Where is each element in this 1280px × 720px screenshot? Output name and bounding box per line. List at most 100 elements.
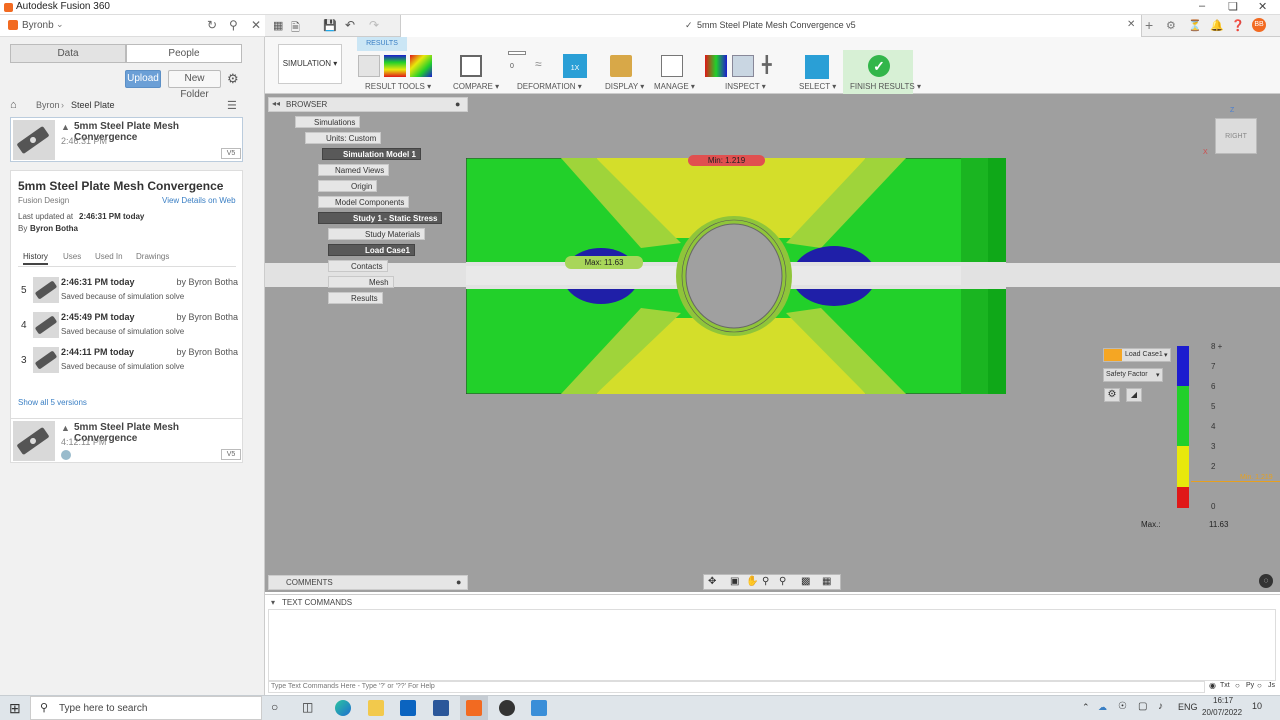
look-at-icon[interactable]: ▣ — [730, 576, 739, 587]
deformation-none-icon[interactable] — [508, 51, 526, 55]
bluetooth-icon[interactable]: ☉ — [1118, 701, 1127, 712]
grid-settings-icon[interactable]: ▦ — [822, 576, 831, 587]
taskbar-search[interactable]: ⚲ Type here to search — [30, 696, 262, 720]
history-row[interactable]: 4 2:45:49 PM today by Byron Botha Saved … — [21, 310, 241, 342]
upload-button[interactable]: Upload — [125, 70, 161, 88]
settings-gear-icon[interactable]: ⚙ — [227, 71, 239, 87]
mode-js-radio[interactable]: ○ — [1257, 681, 1262, 690]
save-icon[interactable]: 💾 — [323, 19, 337, 32]
viewcube[interactable]: RIGHT — [1215, 118, 1257, 154]
file-explorer-icon[interactable] — [368, 700, 384, 716]
workspace-switcher[interactable]: SIMULATION ▾ — [278, 44, 342, 84]
new-project-icon[interactable]: ☰ — [227, 99, 237, 112]
volume-icon[interactable]: ♪ — [1158, 701, 1163, 712]
result-type-dropdown[interactable]: Safety Factor ▾ — [1103, 368, 1163, 382]
zoom-window-icon[interactable]: ⚲ — [779, 576, 786, 587]
tray-overflow-icon[interactable]: ⌃ — [1082, 702, 1090, 713]
group-compare[interactable]: COMPARE ▾ — [453, 82, 499, 91]
onedrive-icon[interactable]: ☁ — [1098, 702, 1107, 713]
search-icon[interactable]: ⚲ — [229, 18, 238, 32]
section-analysis-icon[interactable]: ╋ — [762, 55, 772, 75]
refresh-icon[interactable]: ↻ — [207, 18, 217, 32]
chevron-down-icon[interactable]: ⌄ — [56, 19, 64, 30]
network-icon[interactable]: ▢ — [1138, 701, 1147, 712]
group-deformation[interactable]: DEFORMATION ▾ — [517, 82, 582, 91]
history-row[interactable]: 5 2:46:31 PM today by Byron Botha Saved … — [21, 275, 241, 307]
group-display[interactable]: DISPLAY ▾ — [605, 82, 644, 91]
deformation-actual-button[interactable]: 1X — [563, 54, 587, 78]
show-all-versions-link[interactable]: Show all 5 versions — [18, 398, 87, 407]
subtab-history[interactable]: History — [23, 252, 48, 265]
photos-icon[interactable] — [531, 700, 547, 716]
breadcrumb-steel-plate[interactable]: Steel Plate — [71, 100, 115, 110]
pan-icon[interactable]: ✋ — [746, 576, 758, 587]
max-probe-label[interactable]: Max: 11.63 — [565, 256, 643, 269]
canvas-viewport[interactable]: Min: 1.219 Max: 11.63 ◂◂ BROWSER ● Simul… — [265, 94, 1280, 592]
legend-settings-icon[interactable]: ⚙ — [1104, 388, 1120, 402]
avatar[interactable]: BB — [1252, 18, 1266, 32]
group-finish-results[interactable]: FINISH RESULTS ▾ — [850, 82, 921, 91]
design-card[interactable]: ▲ 5mm Steel Plate Mesh Convergence 4:12:… — [10, 418, 243, 463]
word-icon[interactable] — [433, 700, 449, 716]
subtab-drawings[interactable]: Drawings — [136, 252, 169, 261]
zoom-icon[interactable]: ⚲ — [762, 576, 769, 587]
legend-range-icon[interactable]: ◢ — [1126, 388, 1142, 402]
close-button[interactable]: ✕ — [1258, 0, 1267, 13]
tab-results[interactable]: RESULTS — [357, 37, 407, 51]
min-probe-label[interactable]: Min: 1.219 — [688, 155, 765, 166]
select-icon[interactable] — [805, 55, 829, 79]
view-details-link[interactable]: View Details on Web — [162, 196, 236, 205]
manage-icon[interactable] — [661, 55, 683, 77]
load-case-dropdown[interactable]: Load Case1 ▾ — [1103, 348, 1171, 362]
comments-panel-header[interactable]: COMMENTS ● — [268, 575, 468, 590]
notifications-icon[interactable]: 🔔 — [1210, 19, 1224, 32]
deformation-adjusted-icon[interactable]: ≈ — [535, 57, 542, 71]
text-command-input[interactable]: Type Text Commands Here - Type '?' or '?… — [268, 681, 1205, 693]
orbit-icon[interactable]: ✥ — [708, 576, 716, 587]
result-options-icon[interactable] — [358, 55, 380, 77]
legend-icon[interactable] — [384, 55, 406, 77]
clock-time[interactable]: 16:17 — [1213, 696, 1233, 705]
user-dropdown[interactable]: Byronb — [22, 20, 54, 31]
browser-pin-icon[interactable]: ● — [455, 99, 460, 109]
group-inspect[interactable]: INSPECT ▾ — [725, 82, 766, 91]
inspect-icon[interactable] — [705, 55, 727, 77]
subtab-uses[interactable]: Uses — [63, 252, 81, 261]
new-folder-button[interactable]: New Folder — [168, 70, 221, 100]
group-result-tools[interactable]: RESULT TOOLS ▾ — [365, 82, 431, 91]
collapse-icon[interactable]: ▾ — [271, 598, 275, 607]
group-manage[interactable]: MANAGE ▾ — [654, 82, 695, 91]
redo-icon[interactable]: ↷ — [369, 18, 379, 32]
fusion-taskbar-active[interactable] — [460, 696, 488, 720]
display-icon[interactable] — [610, 55, 632, 77]
subtab-used-in[interactable]: Used In — [95, 252, 123, 261]
file-menu-icon[interactable]: 🗎 — [291, 19, 300, 38]
edge-icon[interactable] — [335, 700, 351, 716]
new-tab-icon[interactable]: + — [1145, 17, 1153, 33]
tab-data[interactable]: Data — [10, 44, 126, 63]
clock-date[interactable]: 20/07/2022 — [1202, 708, 1242, 717]
history-row[interactable]: 3 2:44:11 PM today by Byron Botha Saved … — [21, 345, 241, 377]
close-tab-icon[interactable]: ✕ — [1127, 19, 1135, 30]
tab-people[interactable]: People — [126, 44, 242, 63]
measure-icon[interactable] — [732, 55, 754, 77]
home-icon[interactable]: ⌂ — [10, 99, 17, 111]
cortana-icon[interactable]: ○ — [271, 700, 278, 714]
task-view-icon[interactable]: ◫ — [302, 700, 313, 714]
version-badge[interactable]: V5 — [221, 148, 241, 159]
undo-icon[interactable]: ↶ — [345, 18, 355, 32]
extensions-icon[interactable]: ⚙ — [1166, 19, 1176, 32]
outlook-icon[interactable] — [400, 700, 416, 716]
minimize-button[interactable]: – — [1199, 0, 1205, 12]
breadcrumb-byron[interactable]: Byron — [36, 100, 60, 110]
close-panel-icon[interactable]: ✕ — [251, 18, 261, 32]
grid-menu-icon[interactable]: ▦ — [273, 19, 283, 32]
plate-result-model[interactable] — [465, 157, 1007, 395]
group-select[interactable]: SELECT ▾ — [799, 82, 836, 91]
notification-count[interactable]: 10 — [1252, 701, 1262, 711]
compare-icon[interactable] — [460, 55, 482, 77]
comments-add-icon[interactable]: ● — [456, 576, 461, 589]
maximize-button[interactable]: ❏ — [1228, 0, 1238, 13]
windows-start-icon[interactable]: ⊞ — [9, 700, 21, 717]
display-settings-icon[interactable]: ▩ — [801, 576, 810, 587]
